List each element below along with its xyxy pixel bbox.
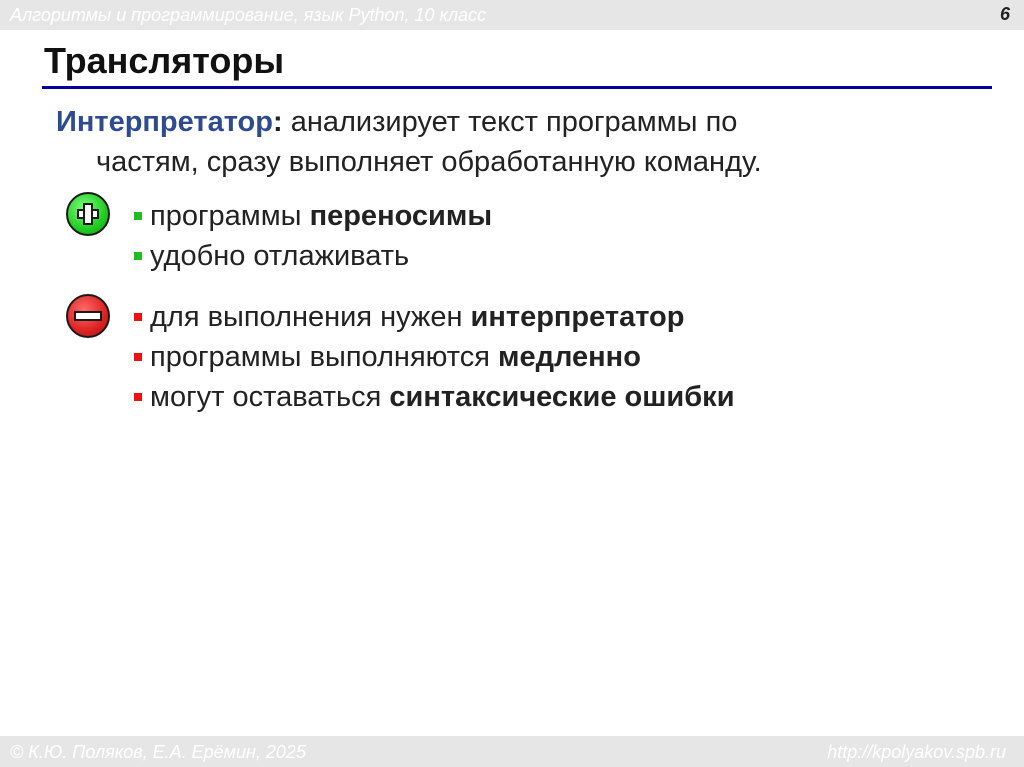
definition-line-1: Интерпретатор: анализирует текст програм… — [56, 102, 936, 142]
item-emphasis: синтаксические ошибки — [389, 381, 735, 413]
definition-term: Интерпретатор — [56, 106, 273, 138]
item-emphasis: переносимы — [309, 200, 493, 232]
minus-icon — [66, 294, 110, 338]
course-title: Алгоритмы и программирование, язык Pytho… — [10, 5, 487, 25]
list-item: для выполнения нужен интерпретатор — [134, 297, 735, 337]
red-bullet-icon — [134, 353, 142, 361]
definition-line-2: частям, сразу выполняет обработанную ком… — [96, 146, 762, 178]
slide: Алгоритмы и программирование, язык Pytho… — [0, 0, 1024, 767]
header-bar: Алгоритмы и программирование, язык Pytho… — [0, 0, 1024, 30]
cons-list: для выполнения нужен интерпретатор прогр… — [134, 297, 735, 417]
item-emphasis: интерпретатор — [470, 301, 685, 333]
list-item: удобно отлаживать — [134, 236, 492, 276]
site-url-link[interactable]: http://kpolyakov.spb.ru — [827, 742, 1006, 763]
item-text: для выполнения нужен — [150, 301, 471, 333]
green-bullet-icon — [134, 212, 142, 220]
title-underline — [42, 86, 992, 89]
page-number: 6 — [999, 4, 1010, 24]
copyright-text: © К.Ю. Поляков, Е.А. Ерёмин, 2025 — [10, 742, 306, 762]
list-item: могут оставаться синтаксические ошибки — [134, 377, 735, 417]
list-item: программы выполняются медленно — [134, 337, 735, 377]
definition-text: Интерпретатор: анализирует текст програм… — [56, 102, 936, 182]
plus-icon — [66, 192, 110, 236]
item-text: удобно отлаживать — [150, 240, 410, 272]
item-text: программы выполняются — [150, 341, 498, 373]
definition-colon: : — [272, 106, 283, 138]
green-bullet-icon — [134, 252, 142, 260]
slide-title: Трансляторы — [44, 40, 285, 81]
item-text: программы — [150, 200, 310, 232]
red-bullet-icon — [134, 313, 142, 321]
definition-line-1-text: анализирует текст программы по — [282, 106, 738, 138]
footer-bar: © К.Ю. Поляков, Е.А. Ерёмин, 2025 http:/… — [0, 736, 1024, 767]
pros-list: программы переносимы удобно отлаживать — [134, 196, 492, 276]
item-emphasis: медленно — [498, 341, 641, 373]
red-bullet-icon — [134, 393, 142, 401]
list-item: программы переносимы — [134, 196, 492, 236]
item-text: могут оставаться — [150, 381, 390, 413]
